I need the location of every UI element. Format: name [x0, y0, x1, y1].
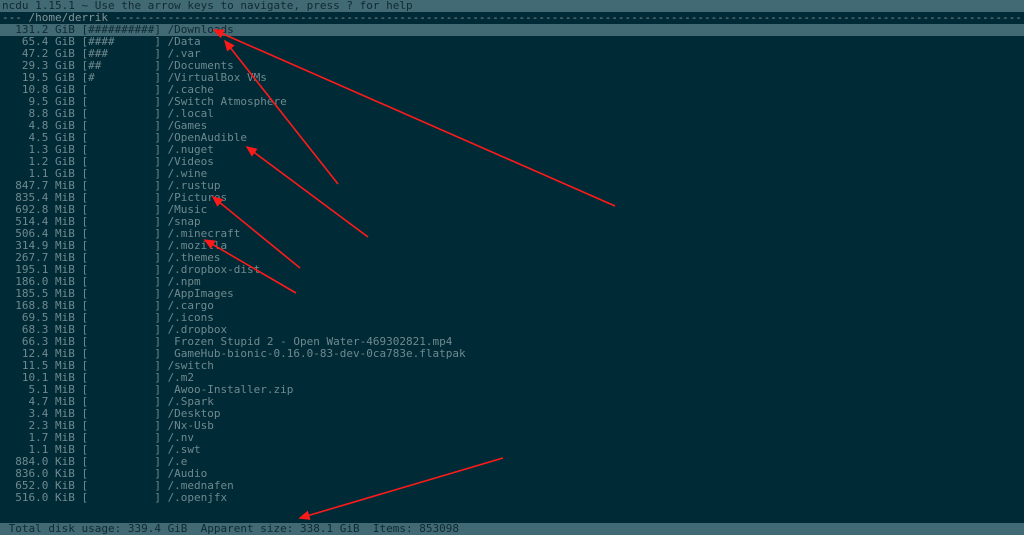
status-text: Total disk usage: 339.4 GiB Apparent siz…	[2, 522, 459, 535]
list-item[interactable]: 516.0 KiB [ ] /.openjfx	[0, 492, 1024, 504]
file-list[interactable]: 131.2 GiB [##########] /Downloads 65.4 G…	[0, 24, 1024, 504]
status-bar: Total disk usage: 339.4 GiB Apparent siz…	[0, 523, 1024, 535]
